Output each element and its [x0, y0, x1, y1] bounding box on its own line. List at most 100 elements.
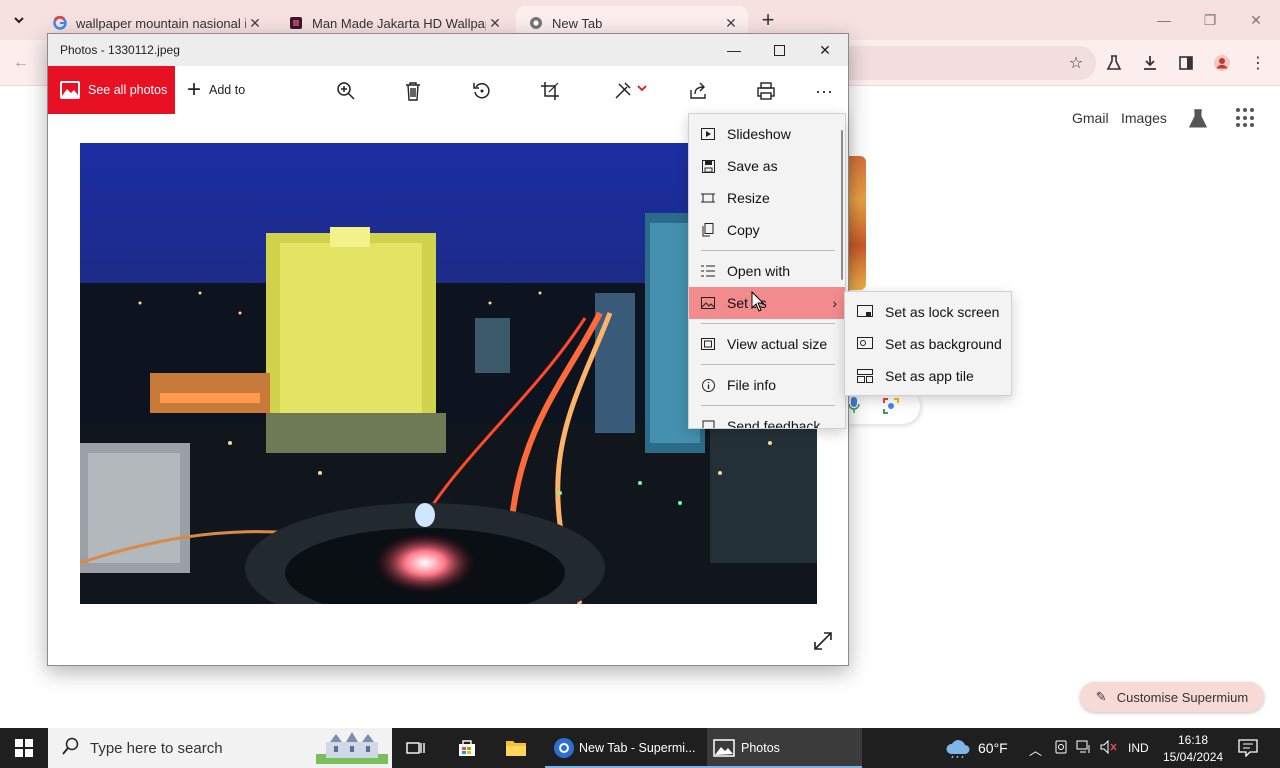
see-all-label: See all photos: [88, 83, 168, 97]
address-bar[interactable]: [840, 46, 1096, 80]
chrome-icon: [528, 15, 544, 31]
print-icon[interactable]: [754, 79, 778, 103]
input-language[interactable]: IND: [1128, 741, 1149, 755]
slideshow-icon: [701, 127, 715, 141]
task-view-icon[interactable]: [404, 728, 428, 768]
search-icon: [62, 737, 80, 759]
menu-item-file-info[interactable]: File info: [689, 369, 845, 401]
network-icon[interactable]: [1076, 740, 1092, 757]
share-icon[interactable]: [686, 79, 710, 103]
mic-icon[interactable]: [848, 396, 860, 414]
set-as-submenu: Set as lock screen Set as background Set…: [844, 291, 1012, 396]
supermium-icon: [554, 738, 574, 758]
close-tab-icon[interactable]: ✕: [246, 14, 264, 32]
zoom-in-icon[interactable]: [334, 79, 358, 103]
profile-avatar-icon[interactable]: [1211, 52, 1233, 74]
show-hidden-icons-icon[interactable]: ︿: [1029, 740, 1042, 759]
menu-item-set-as[interactable]: Set as ›: [689, 287, 845, 319]
menu-divider: [701, 250, 835, 251]
plus-icon: +: [187, 76, 202, 103]
taskbar-app-photos[interactable]: Photos: [707, 728, 862, 768]
menu-item-save-as[interactable]: Save as: [689, 150, 845, 182]
menu-item-slideshow[interactable]: Slideshow: [689, 118, 845, 150]
weather-cloud-icon[interactable]: [944, 728, 972, 768]
minimize-icon[interactable]: —: [722, 38, 746, 62]
search-highlight-image: [316, 732, 388, 764]
menu-item-set-as-lock-screen[interactable]: Set as lock screen: [845, 296, 1011, 328]
menu-item-open-with[interactable]: Open with: [689, 255, 845, 287]
menu-item-view-actual-size[interactable]: View actual size: [689, 328, 845, 360]
menu-item-label: View actual size: [727, 336, 828, 352]
taskbar-app-label: Photos: [741, 741, 780, 755]
customise-button[interactable]: ✎ Customise Supermium: [1080, 682, 1264, 712]
submenu-item-label: Set as background: [885, 336, 1002, 352]
more-vert-icon[interactable]: ⋮: [1247, 52, 1269, 74]
delete-icon[interactable]: [401, 79, 425, 103]
speaker-muted-icon[interactable]: [1100, 739, 1118, 757]
labs-flask-icon[interactable]: [1103, 52, 1125, 74]
close-window-icon[interactable]: ✕: [813, 38, 837, 62]
open-with-icon: [701, 264, 715, 278]
customise-label: Customise Supermium: [1116, 689, 1249, 705]
clock-date[interactable]: 15/04/2024: [1163, 750, 1223, 764]
add-to-button[interactable]: + Add to: [187, 66, 245, 114]
menu-item-set-as-app-tile[interactable]: Set as app tile: [845, 360, 1011, 392]
windows-logo-icon: [15, 739, 33, 757]
tab-search-button[interactable]: [6, 7, 32, 33]
menu-item-label: Resize: [727, 190, 770, 206]
mouse-pointer-icon: [751, 290, 765, 313]
photo-gallery-icon: [60, 81, 80, 99]
tab-title: wallpaper mountain nasional i: [76, 15, 246, 31]
pencil-icon: ✎: [1095, 689, 1107, 704]
taskbar-app-label: New Tab - Supermi...: [579, 741, 696, 755]
google-apps-icon[interactable]: [1236, 108, 1256, 128]
menu-item-label: Slideshow: [727, 126, 791, 142]
gmail-link[interactable]: Gmail: [1072, 110, 1109, 126]
save-icon: [701, 159, 715, 173]
rotate-icon[interactable]: [470, 79, 494, 103]
info-icon: [701, 378, 715, 392]
close-window-icon[interactable]: ✕: [1244, 8, 1268, 32]
taskbar-app-supermium[interactable]: New Tab - Supermi...: [545, 728, 707, 768]
menu-divider: [701, 323, 835, 324]
notifications-icon[interactable]: [1238, 739, 1258, 760]
add-to-label: Add to: [209, 83, 246, 97]
labs-flask-icon[interactable]: [1187, 108, 1209, 130]
feedback-icon: [701, 419, 715, 428]
crop-icon[interactable]: [538, 79, 562, 103]
microsoft-store-icon[interactable]: [454, 728, 480, 768]
menu-item-resize[interactable]: Resize: [689, 182, 845, 214]
taskbar-search-box[interactable]: Type here to search: [48, 728, 392, 768]
file-explorer-icon[interactable]: [503, 728, 529, 768]
back-arrow-icon[interactable]: ←: [10, 52, 32, 74]
close-tab-icon[interactable]: ✕: [486, 14, 504, 32]
side-panel-icon[interactable]: [1175, 52, 1197, 74]
bookmark-star-icon[interactable]: ☆: [1065, 52, 1087, 74]
new-tab-button[interactable]: +: [756, 8, 780, 32]
doodle-image: [846, 156, 866, 290]
restore-icon[interactable]: ❐: [1198, 8, 1222, 32]
minimize-icon[interactable]: —: [1152, 8, 1176, 32]
menu-item-set-as-background[interactable]: Set as background: [845, 328, 1011, 360]
window-title: Photos - 1330112.jpeg: [60, 43, 180, 57]
menu-item-copy[interactable]: Copy: [689, 214, 845, 246]
fullscreen-expand-icon[interactable]: [812, 630, 836, 654]
menu-item-send-feedback[interactable]: Send feedback: [689, 410, 845, 429]
google-lens-icon[interactable]: [882, 397, 900, 415]
edit-draw-icon[interactable]: [610, 79, 650, 103]
more-options-icon[interactable]: ···: [812, 79, 836, 103]
download-icon[interactable]: [1139, 52, 1161, 74]
actual-size-icon: [701, 337, 715, 351]
menu-divider: [701, 364, 835, 365]
close-tab-icon[interactable]: ✕: [722, 14, 740, 32]
start-button[interactable]: [0, 728, 48, 768]
clock-time[interactable]: 16:18: [1178, 733, 1208, 747]
weather-temperature[interactable]: 60°F: [978, 740, 1008, 756]
google-g-icon: [52, 15, 68, 31]
maximize-icon[interactable]: [767, 38, 791, 62]
see-all-photos-button[interactable]: See all photos: [48, 66, 175, 114]
menu-item-label: Send feedback: [727, 418, 821, 429]
device-icon[interactable]: [1054, 740, 1068, 757]
images-link[interactable]: Images: [1121, 110, 1167, 126]
menu-item-label: File info: [727, 377, 777, 393]
